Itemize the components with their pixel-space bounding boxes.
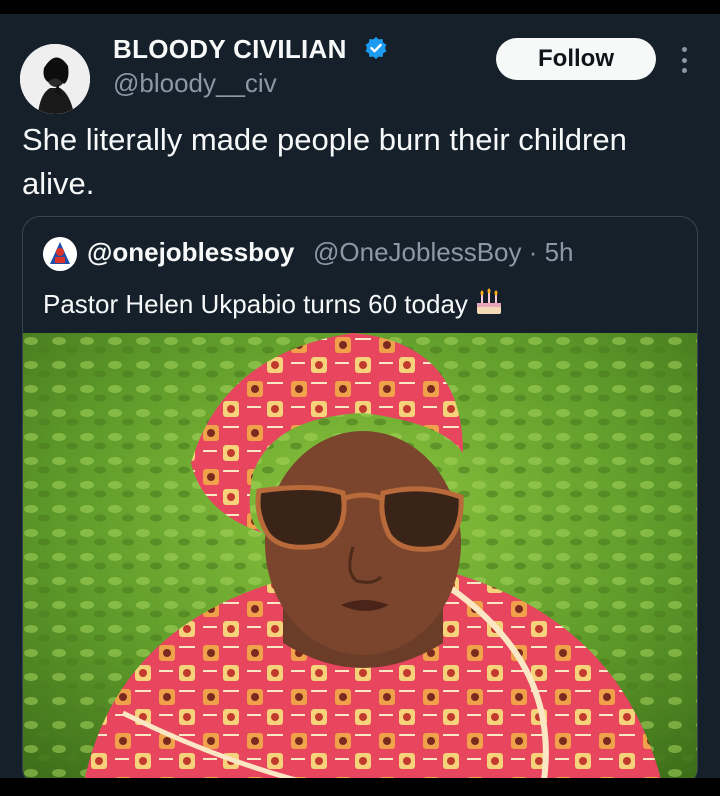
quoted-author-handle-time[interactable]: @OneJoblessBoy · 5h [313, 237, 574, 268]
verified-badge-icon [365, 37, 387, 59]
quoted-tweet-text-line: Pastor Helen Ukpabio turns 60 today [43, 287, 504, 320]
author-avatar[interactable] [20, 44, 90, 114]
more-dot [681, 47, 687, 52]
quoted-tweet[interactable]: @onejoblessboy @OneJoblessBoy · 5h Pasto… [22, 216, 698, 786]
more-dot [681, 68, 687, 73]
author-avatar-image [20, 44, 90, 114]
status-bar-edge [0, 0, 720, 14]
quoted-avatar-image [43, 237, 77, 271]
quoted-tweet-text: Pastor Helen Ukpabio turns 60 today [43, 289, 468, 319]
quoted-author-name[interactable]: @onejoblessboy [87, 237, 294, 268]
tweet-text: She literally made people burn their chi… [22, 122, 627, 201]
more-vertical-icon[interactable] [672, 44, 696, 76]
birthday-cake-icon [476, 288, 501, 314]
author-handle[interactable]: @bloody__civ [113, 68, 277, 99]
quoted-author-avatar[interactable] [43, 237, 77, 271]
nav-bar-edge [0, 778, 720, 796]
follow-button[interactable]: Follow [496, 38, 656, 80]
quoted-tweet-photo[interactable] [23, 333, 697, 785]
author-name[interactable]: BLOODY CIVILIAN [113, 34, 347, 65]
tweet: BLOODY CIVILIAN @bloody__civ Follow She … [0, 14, 720, 786]
portrait-photo [23, 333, 697, 785]
more-dot [681, 57, 687, 63]
